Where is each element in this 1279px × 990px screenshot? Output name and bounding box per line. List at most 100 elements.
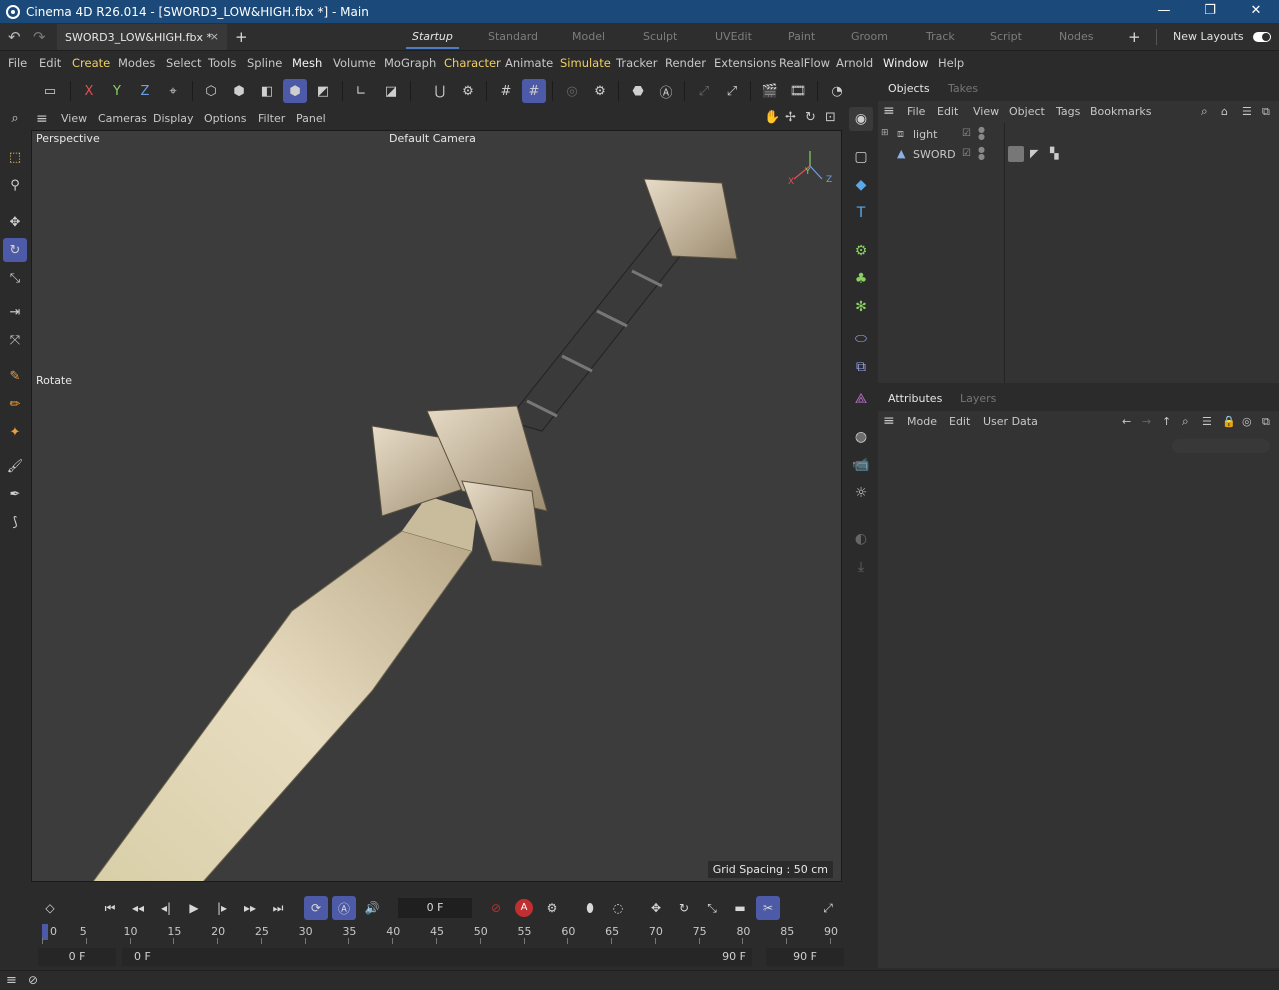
menu-mograph[interactable]: MoGraph [384,56,436,70]
generator-icon[interactable]: ⚙ [849,239,873,263]
restore-button[interactable]: ❐ [1187,0,1233,23]
objects-menu-file[interactable]: File [907,105,925,118]
cloner-icon[interactable]: ♣ [849,267,873,291]
status-menu-icon[interactable]: ≡ [6,973,17,988]
object-row-sword[interactable]: ▲ SWORD ☑ ● ● ◤ ▚ [878,145,1279,165]
layout-tab-groom[interactable]: Groom [851,30,888,43]
effector-icon[interactable]: ✻ [849,295,873,319]
menu-modes[interactable]: Modes [118,56,155,70]
menu-extensions[interactable]: Extensions [714,56,776,70]
document-tab-close-icon[interactable]: × [210,30,219,43]
menu-mesh[interactable]: Mesh [292,56,322,70]
environment-icon[interactable]: ◍ [849,425,873,449]
tab-attributes[interactable]: Attributes [877,385,953,411]
naming-tool-icon[interactable]: Ⓐ [654,79,678,103]
edges-mode-icon[interactable]: ◧ [255,79,279,103]
layout-tab-model[interactable]: Model [572,30,605,43]
new-layouts-label[interactable]: New Layouts [1173,30,1244,43]
layout-tab-sculpt[interactable]: Sculpt [643,30,677,43]
import-icon[interactable]: ⤓ [849,555,873,579]
render-to-picture-viewer-icon[interactable]: 🎞 [786,79,810,103]
menu-spline[interactable]: Spline [247,56,282,70]
record-scale-icon[interactable]: ⤡ [700,896,724,920]
minimize-button[interactable]: — [1141,0,1187,23]
field-icon[interactable]: ⧉ [849,355,873,379]
menu-volume[interactable]: Volume [333,56,376,70]
menu-create[interactable]: Create [72,56,110,70]
y-axis-lock-button[interactable]: Y [105,79,129,103]
menu-window[interactable]: Window [883,56,928,70]
attributes-menu-edit[interactable]: Edit [949,415,970,428]
spline-smooth-icon[interactable]: ✦ [3,420,27,444]
objects-menu-view[interactable]: View [973,105,999,118]
selection-tool-icon[interactable]: ⬚ [3,145,27,169]
live-selection-icon[interactable]: ⚲ [3,173,27,197]
sound-icon[interactable]: 🔊 [360,896,384,920]
layout-tab-standard[interactable]: Standard [488,30,538,43]
deformer-icon[interactable]: ⬭ [849,327,873,351]
viewport-solo-hierarchy-icon[interactable]: ⤢ [720,79,744,103]
viewport-menu-options[interactable]: Options [204,112,246,125]
spline-pen-icon[interactable]: ✎ [3,364,27,388]
layout-tab-paint[interactable]: Paint [788,30,815,43]
visibility-dots-icon[interactable]: ● ● [978,126,985,141]
play-button[interactable]: ▶ [182,896,206,920]
coordinate-system-icon[interactable]: ⌖ [161,79,185,103]
dolly-view-icon[interactable]: ✢ [785,110,796,125]
home-icon[interactable]: ⌂ [1221,105,1228,118]
attributes-search-field[interactable] [1172,439,1270,453]
record-rotation-icon[interactable]: ↻ [672,896,696,920]
add-layout-icon[interactable]: + [1128,28,1141,46]
menu-file[interactable]: File [8,56,27,70]
up-arrow-icon[interactable]: ↑ [1162,415,1171,428]
back-arrow-icon[interactable]: ← [1122,415,1131,428]
spline-sketch-icon[interactable]: ✏ [3,392,27,416]
move-tool-icon[interactable]: ✥ [3,210,27,234]
light-icon[interactable]: ☼ [849,481,873,505]
edit-check-icon[interactable]: ☑ [962,128,971,139]
start-frame-field[interactable]: 0 F [38,948,116,966]
filter-icon[interactable]: ☰ [1202,415,1212,428]
new-layouts-toggle[interactable] [1253,32,1271,42]
visibility-dots-icon[interactable]: ● ● [978,146,985,161]
workplane-icon[interactable]: ⬣ [626,79,650,103]
layout-tab-script[interactable]: Script [990,30,1022,43]
object-name[interactable]: SWORD [913,148,956,161]
uvw-tag-icon[interactable]: ◤ [1030,147,1038,160]
menu-animate[interactable]: Animate [505,56,553,70]
pan-view-icon[interactable]: ✋ [764,110,780,125]
go-to-start-button[interactable]: ⏮ [98,896,122,920]
orbit-view-icon[interactable]: ↻ [805,110,816,125]
3d-viewport[interactable]: Perspective Default Camera Rotate X Y Z … [31,130,842,882]
text-icon[interactable]: T [849,201,873,225]
render-region-icon[interactable]: ◎ [560,79,584,103]
record-button[interactable]: ⊘ [484,896,508,920]
dropper-icon[interactable]: ✒ [3,482,27,506]
camera-icon[interactable]: 📹 [849,453,873,477]
new-window-icon[interactable]: ⧉ [1262,415,1270,429]
record-position-icon[interactable]: ✥ [644,896,668,920]
status-check-icon[interactable]: ⊘ [28,973,38,987]
current-frame-field[interactable]: 0 F [398,898,472,918]
keyframe-selection-icon[interactable]: ⬮ [578,896,602,920]
menu-character[interactable]: Character [444,56,501,70]
object-row-light[interactable]: ⊞ ⧈ light ☑ ● ● [878,125,1279,145]
tag-icon[interactable]: ◐ [849,527,873,551]
undo-icon[interactable]: ↶ [8,28,21,46]
timeline-ruler[interactable]: 0 5 10 15 20 25 30 35 40 45 50 55 60 65 70 75 80 85 90 [42,924,842,944]
search-icon[interactable]: ⌕ [1201,104,1208,119]
rotate-tool-icon[interactable]: ↻ [3,238,27,262]
cube-outline-icon[interactable]: ▢ [849,145,873,169]
objects-menu-tags[interactable]: Tags [1056,105,1080,118]
play-mode-button[interactable]: Ⓐ [332,896,356,920]
texture-tag-icon[interactable]: ▚ [1050,147,1058,160]
menu-tools[interactable]: Tools [208,56,236,70]
new-document-icon[interactable]: + [235,28,248,46]
next-key-button[interactable]: ▸▸ [238,896,262,920]
layout-tab-uvedit[interactable]: UVEdit [715,30,752,43]
points-mode-icon[interactable]: ⬢ [227,79,251,103]
menu-render[interactable]: Render [665,56,706,70]
target-icon[interactable]: ◎ [1242,415,1252,428]
viewport-menu-filter[interactable]: Filter [258,112,285,125]
edit-check-icon[interactable]: ☑ [962,148,971,159]
